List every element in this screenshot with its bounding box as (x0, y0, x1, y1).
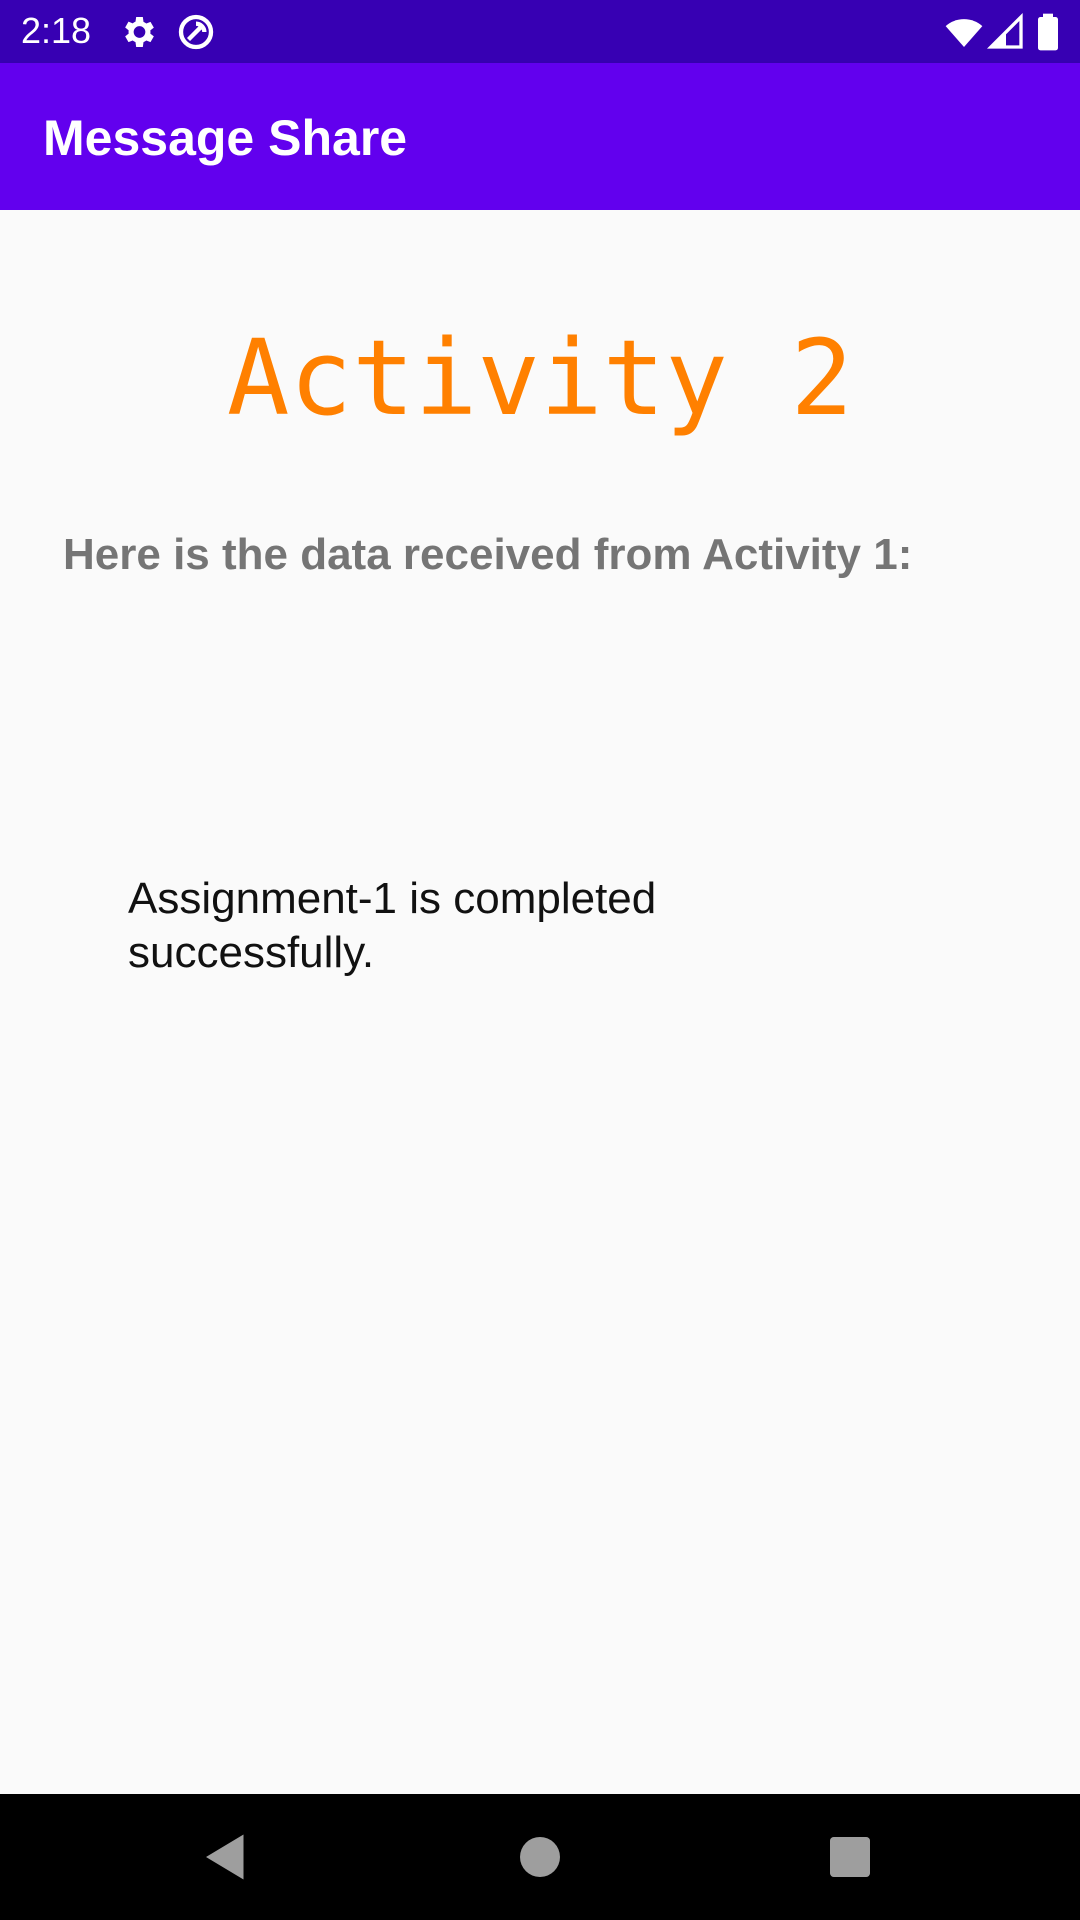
signal-icon (986, 12, 1026, 52)
wifi-icon (944, 12, 984, 52)
navigation-bar (0, 1794, 1080, 1920)
received-data-label: Here is the data received from Activity … (63, 530, 913, 579)
app-bar: Message Share (0, 63, 1080, 210)
status-bar: 2:18 (0, 0, 1080, 63)
home-icon[interactable] (510, 1827, 570, 1887)
content-area: Activity 2 Here is the data received fro… (0, 210, 1080, 1794)
app-title: Message Share (43, 110, 408, 166)
recents-icon[interactable] (820, 1827, 880, 1887)
received-message-text: Assignment-1 is completed successfully. (128, 874, 657, 977)
gear-icon (118, 12, 158, 52)
screen: 2:18 Message Share Activity 2 Here is th… (0, 0, 1080, 1920)
battery-icon (1030, 12, 1066, 52)
data-saver-icon (176, 12, 216, 52)
activity-heading: Activity 2 (226, 317, 854, 439)
status-time: 2:18 (21, 10, 92, 51)
back-icon[interactable] (196, 1827, 256, 1887)
